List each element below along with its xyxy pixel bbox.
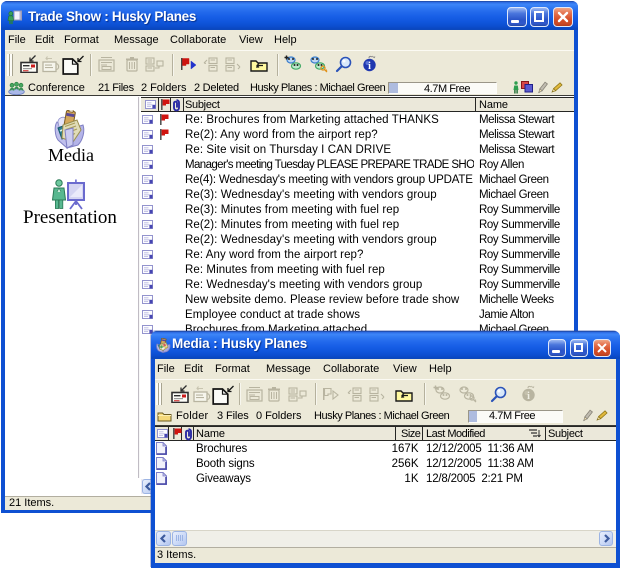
svg-text:i: i bbox=[527, 391, 530, 402]
svg-text:i: i bbox=[368, 61, 371, 72]
